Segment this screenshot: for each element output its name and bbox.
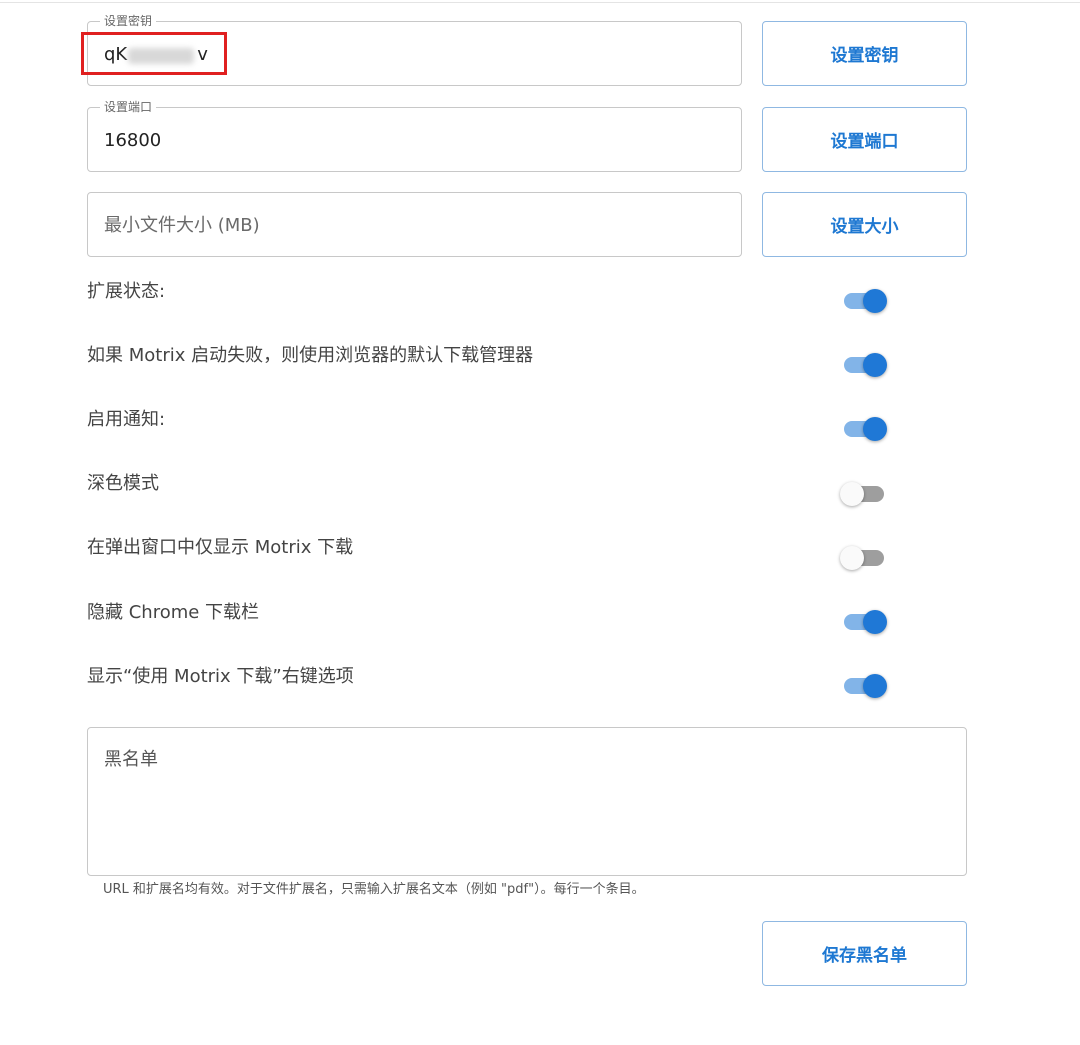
toggle-fallback-browser[interactable] (840, 350, 890, 378)
set-size-button[interactable]: 设置大小 (762, 192, 967, 257)
port-field[interactable]: 设置端口 16800 (87, 100, 742, 172)
switch-thumb (863, 353, 887, 377)
switch-thumb (863, 417, 887, 441)
set-secret-button[interactable]: 设置密钥 (762, 21, 967, 86)
toggle-label-hide-chrome-bar: 隐藏 Chrome 下载栏 (87, 602, 260, 623)
switch-thumb (863, 289, 887, 313)
toggle-label-only-motrix: 在弹出窗口中仅显示 Motrix 下载 (87, 537, 354, 558)
switch-thumb (840, 482, 864, 506)
save-blacklist-button[interactable]: 保存黑名单 (762, 921, 967, 986)
min-size-placeholder: 最小文件大小 (MB) (104, 215, 260, 236)
toggle-label-dark-mode: 深色模式 (87, 473, 159, 494)
toggle-context-menu[interactable] (840, 671, 890, 699)
toggle-hide-chrome-bar[interactable] (840, 607, 890, 635)
toggle-only-motrix[interactable] (840, 543, 890, 571)
toggle-label-extension-status: 扩展状态: (87, 281, 166, 302)
highlight-box (81, 32, 227, 75)
port-field-legend: 设置端口 (100, 100, 157, 114)
set-port-button[interactable]: 设置端口 (762, 107, 967, 172)
min-size-field[interactable]: 最小文件大小 (MB) (87, 192, 742, 257)
toggle-dark-mode[interactable] (840, 479, 890, 507)
blacklist-placeholder: 黑名单 (104, 749, 158, 770)
top-divider (0, 2, 1080, 3)
port-value: 16800 (104, 130, 162, 151)
switch-thumb (840, 546, 864, 570)
toggle-label-notifications: 启用通知: (87, 409, 166, 430)
secret-field-legend: 设置密钥 (100, 14, 157, 28)
toggle-extension-status[interactable] (840, 286, 890, 314)
toggle-notifications[interactable] (840, 414, 890, 442)
toggle-label-fallback-browser: 如果 Motrix 启动失败，则使用浏览器的默认下载管理器 (87, 345, 534, 366)
switch-thumb (863, 674, 887, 698)
toggle-label-context-menu: 显示“使用 Motrix 下载”右键选项 (87, 666, 354, 687)
blacklist-hint: URL 和扩展名均有效。对于文件扩展名，只需输入扩展名文本（例如 "pdf"）。… (103, 882, 645, 897)
switch-thumb (863, 610, 887, 634)
blacklist-textarea[interactable]: 黑名单 (87, 727, 967, 876)
